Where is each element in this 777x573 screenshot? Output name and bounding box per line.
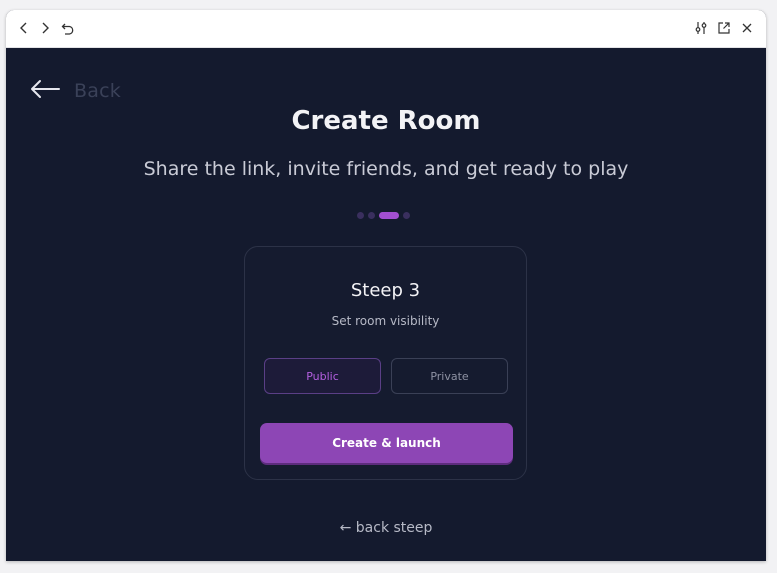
step-indicator <box>357 211 410 219</box>
undo-icon[interactable] <box>59 19 77 37</box>
page-subtitle: Share the link, invite friends, and get … <box>143 158 629 180</box>
close-icon[interactable] <box>738 19 756 37</box>
private-option-button[interactable]: Private <box>391 358 508 394</box>
step-dot <box>357 211 364 219</box>
step-dot-active <box>379 211 399 219</box>
public-option-button[interactable]: Public <box>264 358 381 394</box>
external-link-icon[interactable] <box>715 19 733 37</box>
step-card: Steep 3 Set room visibility Public Priva… <box>244 246 527 480</box>
back-steep-link[interactable]: ← back steep <box>6 520 766 536</box>
chevron-right-icon[interactable] <box>36 19 54 37</box>
arrow-left-icon <box>30 79 60 103</box>
step-dot <box>403 211 410 219</box>
sliders-icon[interactable] <box>692 19 710 37</box>
step-subtitle: Set room visibility <box>331 314 440 328</box>
chevron-left-icon[interactable] <box>15 19 33 37</box>
step-dot <box>368 211 375 219</box>
page-title: Create Room <box>291 106 481 136</box>
back-button[interactable]: Back <box>30 78 121 104</box>
step-title: Steep 3 <box>350 280 421 301</box>
back-label: Back <box>74 80 121 102</box>
app-window: Back Create Room Share the link, invite … <box>6 10 766 561</box>
create-room-page: Back Create Room Share the link, invite … <box>6 48 766 561</box>
create-launch-button[interactable]: Create & launch <box>260 423 513 463</box>
browser-toolbar <box>6 10 766 48</box>
